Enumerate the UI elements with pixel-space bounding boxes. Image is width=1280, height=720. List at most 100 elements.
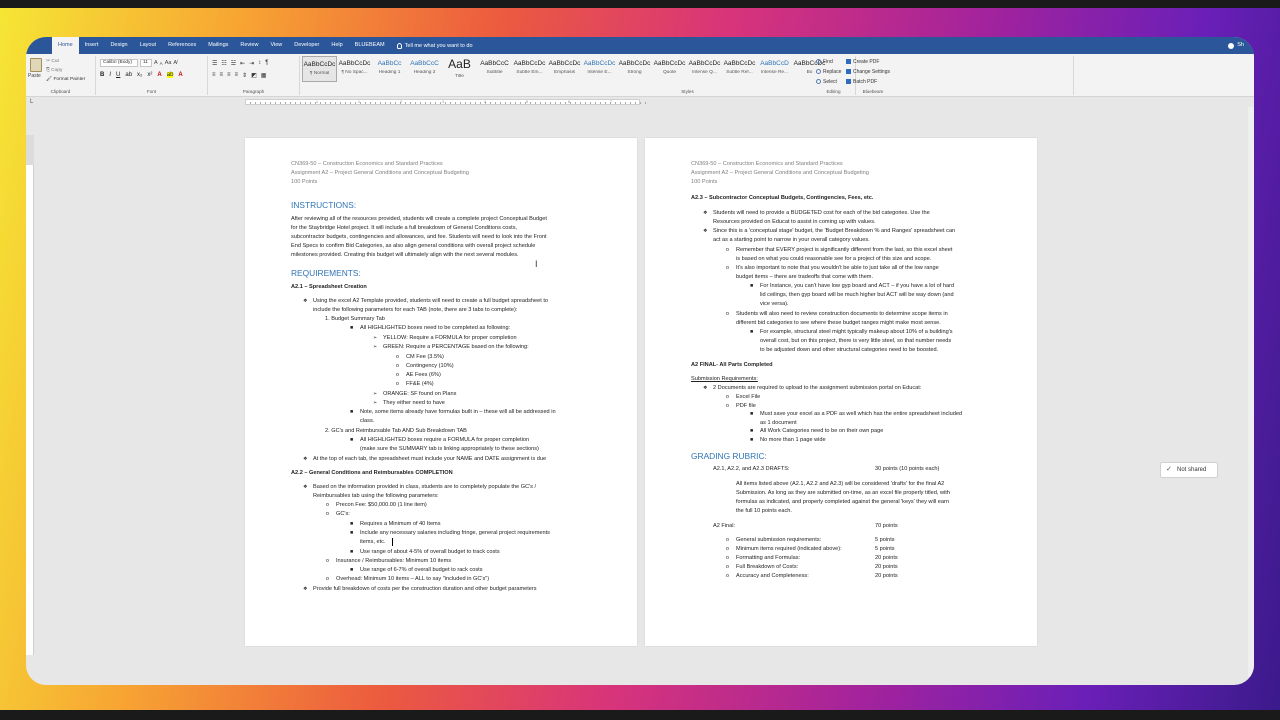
tab-view[interactable]: View xyxy=(264,37,288,54)
align-left-icon[interactable]: ≡ xyxy=(212,72,216,79)
body-line: After reviewing all of the resources pro… xyxy=(291,216,547,222)
tell-me-box[interactable]: Tell me what you want to do xyxy=(391,42,473,49)
font-color-icon[interactable]: A xyxy=(178,72,182,78)
section-heading: GRADING RUBRIC: xyxy=(691,451,767,461)
vertical-scrollbar[interactable] xyxy=(1248,107,1254,677)
document-page-2[interactable]: CN369-50 – Construction Economics and St… xyxy=(645,138,1037,646)
body-line: Formatting and Formulas: xyxy=(736,555,801,561)
ruler-tick xyxy=(260,102,261,104)
shrink-font-icon[interactable]: A xyxy=(160,61,163,66)
style-item[interactable]: AaBbCcDc Subtle Ref... xyxy=(722,56,757,82)
clipboard-group: Paste ✂ Cut ⎘ Copy 🖌 Format Painter Clip… xyxy=(26,56,96,95)
change-case-icon[interactable]: Aa xyxy=(165,60,172,66)
tab-developer[interactable]: Developer xyxy=(288,37,325,54)
body-line: A2.1, A2.2, and A2.3 DRAFTS: xyxy=(713,466,790,472)
style-item[interactable]: AaBbCcDc Subtle Em... xyxy=(512,56,547,82)
justify-icon[interactable]: ≡ xyxy=(235,72,239,79)
style-item[interactable]: AaBbCcC Heading 2 xyxy=(407,56,442,82)
shading-icon[interactable]: ◩ xyxy=(251,72,257,79)
bold-icon[interactable]: B xyxy=(100,72,104,78)
bullet-glyph: ■ xyxy=(350,521,354,527)
body-line: A2 Final: xyxy=(713,523,736,529)
align-right-icon[interactable]: ≡ xyxy=(227,72,231,79)
bullet-glyph: ❖ xyxy=(703,385,708,391)
body-line: class. xyxy=(360,418,375,424)
copy-button[interactable]: ⎘ Copy xyxy=(46,66,85,75)
numbering-icon[interactable]: ☷ xyxy=(221,60,226,67)
style-item[interactable]: AaBbCc Heading 1 xyxy=(372,56,407,82)
horizontal-ruler[interactable]: 1 1 2 3 4 5 6 7 xyxy=(245,99,646,105)
share-button[interactable]: Sh xyxy=(1228,37,1244,54)
style-item[interactable]: AaBbCcDc Emphasis xyxy=(547,56,582,82)
align-center-icon[interactable]: ≡ xyxy=(220,72,224,79)
increase-indent-icon[interactable]: ⇥ xyxy=(249,60,254,67)
not-shared-badge[interactable]: ✓ Not shared xyxy=(1160,462,1218,478)
style-item[interactable]: AaBbCcC Subtitle xyxy=(477,56,512,82)
style-item[interactable]: AaB Title xyxy=(442,56,477,82)
style-item[interactable]: AaBbCcDc Intense E... xyxy=(582,56,617,82)
tab-selector-icon[interactable]: L xyxy=(30,99,33,105)
tab-help[interactable]: Help xyxy=(325,37,348,54)
body-line: Minimum items required (indicated above)… xyxy=(736,546,842,552)
pilcrow-icon[interactable]: ¶ xyxy=(265,60,268,67)
grow-font-icon[interactable]: A xyxy=(154,60,158,66)
tab-review[interactable]: Review xyxy=(234,37,264,54)
style-item[interactable]: AaBbCcDc Strong xyxy=(617,56,652,82)
bullet-glyph: o xyxy=(326,558,329,564)
tab-bluebeam[interactable]: BLUEBEAM xyxy=(349,37,391,54)
vertical-ruler[interactable] xyxy=(26,135,34,655)
borders-icon[interactable]: ▦ xyxy=(261,72,267,79)
ruler-tick xyxy=(290,102,291,104)
multilevel-icon[interactable]: ☱ xyxy=(231,60,236,67)
tab-home[interactable]: Home xyxy=(52,37,79,54)
font-name-box[interactable]: Calibri (Body) xyxy=(100,59,138,67)
body-line: to be adjusted down and other structural… xyxy=(760,347,939,353)
ruler-tick xyxy=(470,102,471,104)
bullets-icon[interactable]: ☰ xyxy=(212,60,217,67)
cut-button[interactable]: ✂ Cut xyxy=(46,57,85,66)
create-pdf-label: Create PDF xyxy=(853,59,880,65)
style-item[interactable]: AaBbCcD Intense Re... xyxy=(757,56,792,82)
body-line: Resources provided on Educat to assist i… xyxy=(713,219,876,225)
underline-icon[interactable]: U xyxy=(116,72,120,78)
highlight-icon[interactable]: ab xyxy=(166,72,174,78)
italic-icon[interactable]: I xyxy=(109,72,111,78)
body-line: All HIGHLIGHTED boxes need to be complet… xyxy=(360,325,511,331)
tab-design[interactable]: Design xyxy=(104,37,133,54)
format-painter-button[interactable]: 🖌 Format Painter xyxy=(46,75,85,84)
style-name: Quote xyxy=(662,70,677,75)
style-sample: AaBbCcDc xyxy=(723,60,756,67)
paste-button[interactable]: Paste xyxy=(28,73,41,79)
create-pdf-button[interactable]: Create PDF xyxy=(846,57,900,67)
document-page-1[interactable]: CN369-50 – Construction Economics and St… xyxy=(245,138,637,646)
body-line: 5 points xyxy=(875,546,895,552)
tab-insert[interactable]: Insert xyxy=(79,37,105,54)
bullet-glyph: ❖ xyxy=(303,586,308,592)
tab-layout[interactable]: Layout xyxy=(134,37,163,54)
sort-icon[interactable]: ↕ xyxy=(258,60,261,67)
style-item[interactable]: AaBbCcDc ¶ Normal xyxy=(302,56,337,82)
decrease-indent-icon[interactable]: ⇤ xyxy=(240,60,245,67)
subscript-icon[interactable]: x₂ xyxy=(137,72,142,78)
style-item[interactable]: AaBbCcDc Quote xyxy=(652,56,687,82)
style-item[interactable]: AaBbCcDc ¶ No Spac... xyxy=(337,56,372,82)
ruler-tick xyxy=(255,102,256,104)
tab-mailings[interactable]: Mailings xyxy=(202,37,234,54)
ruler-number: 1 xyxy=(316,100,318,104)
find-label: Find xyxy=(823,59,833,65)
tab-references[interactable]: References xyxy=(162,37,202,54)
style-item[interactable]: AaBbCcDc Intense Q... xyxy=(687,56,722,82)
font-size-box[interactable]: 11 xyxy=(140,59,152,67)
superscript-icon[interactable]: x² xyxy=(147,72,152,78)
strikethrough-icon[interactable]: ab xyxy=(125,72,132,78)
ruler-tick xyxy=(355,102,356,104)
ruler-tick xyxy=(375,102,376,104)
batch-pdf-button[interactable]: Batch PDF xyxy=(846,77,900,87)
clear-format-icon[interactable]: A̸ xyxy=(173,60,177,66)
paste-icon[interactable] xyxy=(30,58,42,72)
text-effects-icon[interactable]: A xyxy=(157,72,161,78)
change-settings-button[interactable]: Change Settings xyxy=(846,67,900,77)
body-line: End Specs to confirm Bid Categories, as … xyxy=(291,243,536,249)
ruler-tick xyxy=(545,102,546,104)
line-spacing-icon[interactable]: ⇕ xyxy=(242,72,247,79)
